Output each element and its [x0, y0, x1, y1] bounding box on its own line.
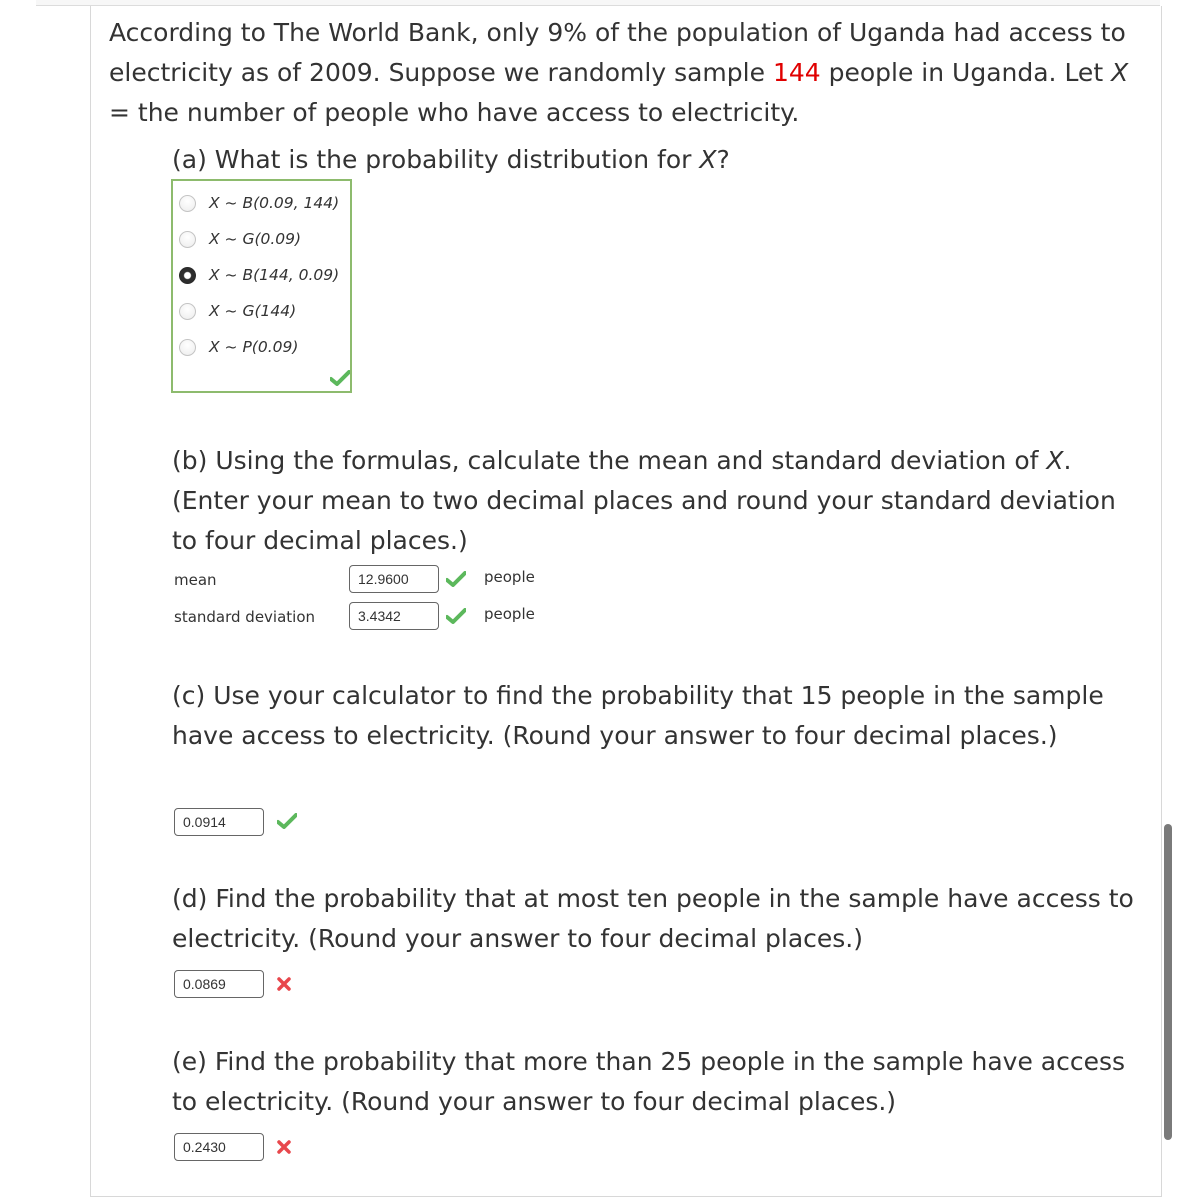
- part-d-answer-input[interactable]: 0.0869: [174, 970, 264, 998]
- mean-unit: people: [484, 568, 535, 586]
- option-label: X ~ G(0.09): [209, 230, 302, 248]
- sd-input[interactable]: 3.4342: [349, 602, 439, 630]
- sample-size-highlight: 144: [772, 58, 821, 87]
- variable-x: X: [1111, 58, 1129, 87]
- option-label: X ~ B(0.09, 144): [209, 194, 340, 212]
- option-label: X ~ B(144, 0.09): [209, 266, 340, 284]
- part-c-question: (c) Use your calculator to find the prob…: [172, 681, 1104, 750]
- option-label: X ~ P(0.09): [209, 338, 299, 356]
- part-a-text: (a) What is the probability distribution…: [172, 145, 700, 174]
- option-b-144-0.09[interactable]: X ~ B(144, 0.09): [179, 263, 339, 287]
- part-a-question: (a) What is the probability distribution…: [172, 140, 1142, 180]
- part-d-question: (d) Find the probability that at most te…: [172, 884, 1134, 953]
- incorrect-x-icon: [277, 1140, 291, 1154]
- intro-text-3: = the number of people who have access t…: [109, 98, 800, 127]
- part-e-answer-input[interactable]: 0.2430: [174, 1133, 264, 1161]
- radio-button[interactable]: [179, 302, 196, 320]
- part-e-question: (e) Find the probability that more than …: [172, 1047, 1126, 1116]
- distribution-options: X ~ B(0.09, 144) X ~ G(0.09) X ~ B(144, …: [171, 179, 352, 393]
- sd-unit: people: [484, 605, 535, 623]
- option-g-0.09[interactable]: X ~ G(0.09): [179, 227, 301, 251]
- radio-button[interactable]: [179, 338, 196, 356]
- mean-label: mean: [174, 571, 217, 589]
- vertical-scrollbar-thumb[interactable]: [1164, 824, 1172, 1140]
- option-p-0.09[interactable]: X ~ P(0.09): [179, 335, 298, 359]
- intro-text-2: people in Uganda. Let: [820, 58, 1112, 87]
- correct-check-icon: [277, 813, 297, 829]
- correct-check-icon: [330, 370, 350, 386]
- mean-input[interactable]: 12.9600: [349, 565, 439, 593]
- part-a-text-end: ?: [716, 145, 730, 174]
- option-label: X ~ G(144): [209, 302, 297, 320]
- radio-button[interactable]: [179, 230, 196, 248]
- variable-x: X: [1046, 446, 1064, 475]
- sd-label: standard deviation: [174, 608, 316, 626]
- part-b-question: (b) Using the formulas, calculate the me…: [172, 441, 1142, 561]
- option-g-144[interactable]: X ~ G(144): [179, 299, 296, 323]
- option-b-0.09-144[interactable]: X ~ B(0.09, 144): [179, 191, 339, 215]
- problem-intro: According to The World Bank, only 9% of …: [109, 13, 1149, 133]
- radio-button-selected[interactable]: [179, 266, 196, 284]
- correct-check-icon: [446, 608, 466, 624]
- correct-check-icon: [446, 571, 466, 587]
- part-b-text: (b) Using the formulas, calculate the me…: [172, 446, 1047, 475]
- incorrect-x-icon: [277, 977, 291, 991]
- radio-button[interactable]: [179, 194, 196, 212]
- part-c-answer-input[interactable]: 0.0914: [174, 808, 264, 836]
- variable-x: X: [699, 145, 717, 174]
